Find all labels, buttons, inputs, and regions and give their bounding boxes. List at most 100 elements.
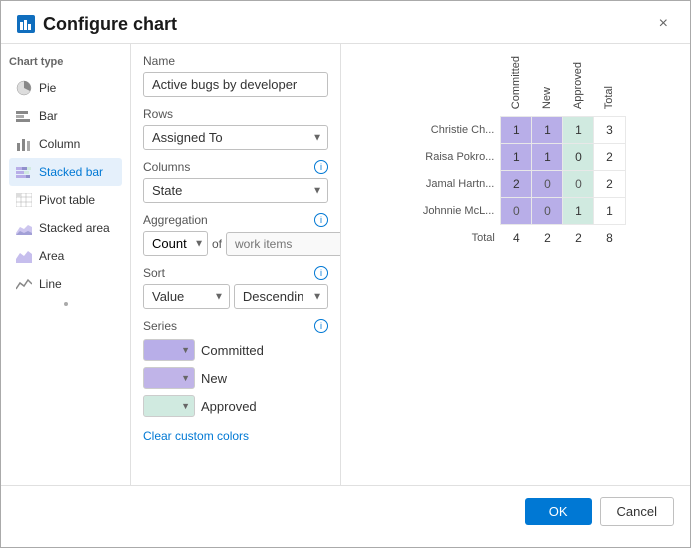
series-label-approved: Approved [201,399,257,414]
table-row: Jamal Hartn... 2 0 0 2 [406,171,626,198]
cell-0-0: 1 [501,117,532,144]
aggregation-of: of [212,237,222,251]
sidebar-item-pie[interactable]: Pie [9,74,122,102]
work-items-input[interactable] [226,232,341,256]
sidebar-item-line[interactable]: Line [9,270,122,298]
series-color-approved[interactable]: ▼ [143,395,195,417]
cell-3-1: 0 [532,198,563,225]
series-color-new[interactable]: ▼ [143,367,195,389]
table-header-new: New [532,52,563,117]
series-item-approved: ▼ Approved [143,395,328,417]
preview-table: Committed New Approved Total Christie Ch… [406,52,626,251]
cell-3-2: 1 [563,198,594,225]
cell-2-1: 0 [532,171,563,198]
sort-row: Value ▼ Descending ▼ [143,284,328,309]
stacked-bar-icon [15,163,33,181]
bar-icon [15,107,33,125]
total-label: Total [406,225,501,252]
table-header-empty [406,52,501,117]
sort-direction-wrapper: Descending ▼ [234,284,328,309]
table-row: Christie Ch... 1 1 1 3 [406,117,626,144]
series-color-committed[interactable]: ▼ [143,339,195,361]
cell-3-total: 1 [594,198,625,225]
columns-select[interactable]: State [143,178,328,203]
table-row: Johnnie McL... 0 0 1 1 [406,198,626,225]
scroll-indicator [64,302,68,306]
columns-select-wrapper: State ▼ [143,178,328,203]
table-header-total: Total [594,52,625,117]
total-0: 4 [501,225,532,252]
rows-label: Rows [143,107,328,121]
columns-label: Columns [143,160,190,174]
aggregation-select[interactable]: Count [143,231,208,256]
stacked-area-icon [15,219,33,237]
sidebar-item-stacked-area[interactable]: Stacked area [9,214,122,242]
chart-type-panel: Chart type Pie Bar [1,44,131,485]
main-content: Chart type Pie Bar [1,44,690,485]
cell-2-0: 2 [501,171,532,198]
series-header: Series i [143,319,328,333]
row-label-0: Christie Ch... [406,117,501,144]
series-item-committed: ▼ Committed [143,339,328,361]
column-icon [15,135,33,153]
cell-0-2: 1 [563,117,594,144]
cancel-button[interactable]: Cancel [600,497,674,526]
rows-select-wrapper: Assigned To ▼ [143,125,328,150]
config-panel: Name Rows Assigned To ▼ Columns i State … [131,44,341,485]
row-label-3: Johnnie McL... [406,198,501,225]
cell-2-total: 2 [594,171,625,198]
cell-0-total: 3 [594,117,625,144]
columns-header: Columns i [143,160,328,174]
cell-1-total: 2 [594,144,625,171]
aggregation-info-icon[interactable]: i [314,213,328,227]
line-icon [15,275,33,293]
close-button[interactable]: × [653,13,674,35]
sidebar-item-label-column: Column [39,137,80,151]
preview-panel: Committed New Approved Total Christie Ch… [341,44,690,485]
cell-3-0: 0 [501,198,532,225]
rows-select[interactable]: Assigned To [143,125,328,150]
cell-1-2: 0 [563,144,594,171]
sidebar-item-label-stacked-area: Stacked area [39,221,110,235]
sidebar-item-label-bar: Bar [39,109,58,123]
name-input[interactable] [143,72,328,97]
series-label-new: New [201,371,227,386]
clear-custom-colors-link[interactable]: Clear custom colors [143,429,249,443]
total-1: 2 [532,225,563,252]
columns-info-icon[interactable]: i [314,160,328,174]
sidebar-item-column[interactable]: Column [9,130,122,158]
aggregation-label: Aggregation [143,213,208,227]
sidebar-item-stacked-bar[interactable]: Stacked bar [9,158,122,186]
series-item-new: ▼ New [143,367,328,389]
table-header-approved: Approved [563,52,594,117]
sort-info-icon[interactable]: i [314,266,328,280]
series-label-committed: Committed [201,343,264,358]
table-row: Raisa Pokro... 1 1 0 2 [406,144,626,171]
chart-icon [17,15,35,33]
sidebar-item-label-stacked-bar: Stacked bar [39,165,103,179]
aggregation-row: Count ▼ of [143,231,328,256]
sidebar-item-label-line: Line [39,277,62,291]
series-info-icon[interactable]: i [314,319,328,333]
area-icon [15,247,33,265]
sort-direction-select[interactable]: Descending [234,284,328,309]
title-bar: Configure chart × [1,1,690,44]
row-label-2: Jamal Hartn... [406,171,501,198]
sort-value-select[interactable]: Value [143,284,230,309]
sidebar-item-area[interactable]: Area [9,242,122,270]
series-label: Series [143,319,177,333]
aggregation-header: Aggregation i [143,213,328,227]
cell-2-2: 0 [563,171,594,198]
sidebar-item-label-pie: Pie [39,81,56,95]
chart-type-label: Chart type [9,56,122,68]
table-header-committed: Committed [501,52,532,117]
dialog-footer: OK Cancel [1,485,690,537]
sidebar-item-pivot-table[interactable]: Pivot table [9,186,122,214]
dialog-title: Configure chart [43,14,177,35]
ok-button[interactable]: OK [525,498,592,525]
pie-icon [15,79,33,97]
sort-value-wrapper: Value ▼ [143,284,230,309]
sidebar-item-bar[interactable]: Bar [9,102,122,130]
table-total-row: Total 4 2 2 8 [406,225,626,252]
sort-header: Sort i [143,266,328,280]
